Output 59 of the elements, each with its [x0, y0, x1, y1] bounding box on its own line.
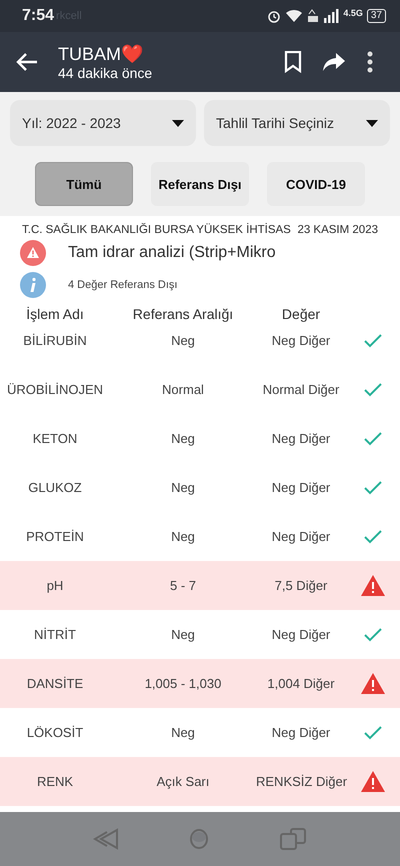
- signal-icon: [323, 9, 340, 23]
- table-cell-text: Neg Diğer: [270, 627, 332, 642]
- bookmark-icon[interactable]: [284, 51, 302, 73]
- column-header: Referans Aralığı: [132, 306, 234, 322]
- wifi-icon: [285, 9, 304, 23]
- dropdown-caret-icon: [172, 120, 184, 126]
- table-cell-text: Neg Diğer: [270, 480, 332, 495]
- table-cell-text: PROTEİN: [25, 529, 85, 544]
- network-type: 4.5G: [343, 8, 363, 18]
- table-cell-text: BİLİRUBİN: [22, 333, 88, 348]
- table-cell-text: NİTRİT: [33, 627, 77, 642]
- table-cell-text: Neg: [170, 431, 196, 446]
- table-cell-text: GLUKOZ: [27, 480, 83, 495]
- table-cell-text: Neg Diğer: [270, 431, 332, 446]
- table-cell-text: 7,5 Diğer: [274, 578, 328, 593]
- table-cell-text: Neg Diğer: [270, 529, 332, 544]
- table-cell-text: pH: [46, 578, 64, 593]
- table-cell-text: Normal Diğer: [262, 382, 340, 397]
- status-time: 7:54: [22, 7, 54, 25]
- info-icon: [20, 272, 46, 298]
- table-cell-text: 1,004 Diğer: [266, 676, 336, 691]
- filter-tab[interactable]: Referans Dışı: [151, 162, 249, 206]
- dropdown[interactable]: Yıl: 2022 - 2023: [10, 100, 196, 146]
- institution-name: T.C. SAĞLIK BAKANLIĞI BURSA YÜKSEK İHTİSAS: [22, 224, 291, 236]
- table-cell: RENKSİZ Diğer: [256, 774, 346, 789]
- back-arrow-icon[interactable]: [16, 52, 38, 72]
- column-header: İşlem Adı: [25, 306, 85, 322]
- table-cell-text: DANSİTE: [26, 676, 84, 691]
- table-cell-text: LÖKOSİT: [26, 725, 84, 740]
- table-cell-text: Neg Diğer: [270, 725, 332, 740]
- battery-level: 37: [366, 9, 386, 23]
- table-cell-text: ÜROBİLİNOJEN: [6, 382, 104, 397]
- alarm-icon: [267, 9, 282, 23]
- filter-tab[interactable]: Tümü: [35, 162, 133, 206]
- table-cell-text: Neg: [170, 480, 196, 495]
- table-cell-text: KETON: [32, 431, 78, 446]
- table-cell-text: Açık Sarı: [156, 774, 210, 789]
- dropdown-caret-icon: [366, 120, 378, 126]
- table-cell-text: RENK: [36, 774, 74, 789]
- column-header: Değer: [280, 306, 322, 322]
- test-name: Tam idrar analizi (Strip+Mikro: [68, 244, 276, 262]
- table-cell-text: 5 - 7: [168, 578, 197, 593]
- table-cell-text: Neg: [170, 529, 196, 544]
- share-icon[interactable]: [322, 52, 346, 72]
- report-date: 23 KASIM 2023: [297, 224, 378, 236]
- filter-tab[interactable]: COVID-19: [267, 162, 365, 206]
- contact-name: TUBAM❤: [58, 43, 144, 65]
- table-cell-text: Neg: [170, 333, 196, 348]
- table-cell-text: Neg: [170, 725, 196, 740]
- warning-icon: [20, 240, 46, 266]
- last-seen: 44 dakika önce: [58, 65, 154, 81]
- table-cell-text: Neg Diğer: [270, 333, 332, 348]
- table-cell-text: Normal: [161, 382, 205, 397]
- volte-icon: [307, 9, 320, 23]
- more-icon[interactable]: [366, 51, 374, 73]
- out-of-range-summary: 4 Değer Referans Dışı: [68, 279, 178, 291]
- table-cell-text: Neg: [170, 627, 196, 642]
- table-cell-text: 1,005 - 1,030: [144, 676, 222, 691]
- dropdown[interactable]: Tahlil Tarihi Seçiniz: [204, 100, 390, 146]
